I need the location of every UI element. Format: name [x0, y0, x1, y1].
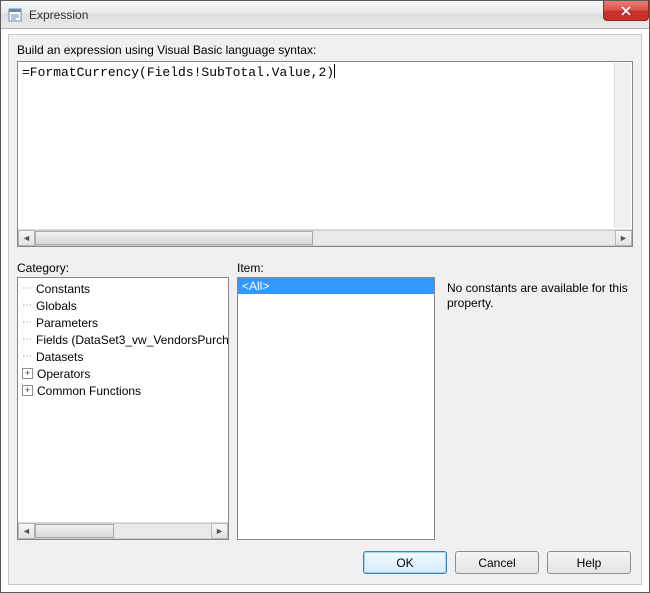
text-caret: [334, 64, 335, 78]
expression-value: =FormatCurrency(Fields!SubTotal.Value,2): [22, 65, 334, 80]
help-button[interactable]: Help: [547, 551, 631, 574]
tree-leaf-icon: ⋯: [22, 317, 33, 328]
tree-item[interactable]: ⋯Fields (DataSet3_vw_VendorsPurchases): [18, 331, 228, 348]
tree-item-label: Operators: [37, 367, 90, 381]
tree-item[interactable]: ⋯Parameters: [18, 314, 228, 331]
vertical-scroll-area[interactable]: [614, 63, 631, 228]
scroll-right-arrow[interactable]: ►: [211, 523, 228, 539]
list-item[interactable]: <All>: [238, 278, 434, 294]
tree-item-label: Parameters: [36, 316, 98, 330]
tree-item[interactable]: ⋯Datasets: [18, 348, 228, 365]
description-text: No constants are available for this prop…: [443, 277, 633, 540]
expression-dialog: Expression Build an expression using Vis…: [0, 0, 650, 593]
category-tree[interactable]: ⋯Constants⋯Globals⋯Parameters⋯Fields (Da…: [17, 277, 229, 540]
cancel-button[interactable]: Cancel: [455, 551, 539, 574]
scroll-thumb[interactable]: [35, 231, 313, 245]
close-icon: [620, 6, 632, 16]
tree-item-label: Common Functions: [37, 384, 141, 398]
tree-leaf-icon: ⋯: [22, 351, 33, 362]
tree-item-label: Globals: [36, 299, 77, 313]
tree-item-label: Fields (DataSet3_vw_VendorsPurchases): [36, 333, 228, 347]
description-spacer: [443, 261, 633, 275]
expression-text[interactable]: =FormatCurrency(Fields!SubTotal.Value,2): [18, 62, 632, 229]
tree-item[interactable]: ⋯Constants: [18, 280, 228, 297]
tree-leaf-icon: ⋯: [22, 334, 33, 345]
titlebar[interactable]: Expression: [1, 1, 649, 29]
expression-hscrollbar[interactable]: ◄ ►: [18, 229, 632, 246]
item-panel: Item: <All>: [237, 261, 435, 540]
close-button[interactable]: [603, 1, 649, 21]
window-title: Expression: [29, 8, 88, 22]
picker-row: Category: ⋯Constants⋯Globals⋯Parameters⋯…: [17, 261, 633, 540]
scroll-left-arrow[interactable]: ◄: [18, 523, 35, 539]
tree-item[interactable]: ⋯Globals: [18, 297, 228, 314]
tree-item-label: Constants: [36, 282, 90, 296]
category-panel: Category: ⋯Constants⋯Globals⋯Parameters⋯…: [17, 261, 229, 540]
client-area: Build an expression using Visual Basic l…: [8, 34, 642, 585]
scroll-left-arrow[interactable]: ◄: [18, 230, 35, 246]
ok-button[interactable]: OK: [363, 551, 447, 574]
tree-item[interactable]: + Operators: [18, 365, 228, 382]
expression-editor[interactable]: =FormatCurrency(Fields!SubTotal.Value,2)…: [17, 61, 633, 247]
app-icon: [7, 7, 23, 23]
scroll-right-arrow[interactable]: ►: [615, 230, 632, 246]
instruction-label: Build an expression using Visual Basic l…: [17, 43, 316, 57]
category-hscrollbar[interactable]: ◄ ►: [18, 522, 228, 539]
item-label: Item:: [237, 261, 435, 275]
dialog-buttons: OK Cancel Help: [363, 551, 631, 574]
tree-item[interactable]: + Common Functions: [18, 382, 228, 399]
scroll-thumb[interactable]: [35, 524, 114, 538]
item-list[interactable]: <All>: [237, 277, 435, 540]
tree-item-label: Datasets: [36, 350, 83, 364]
tree-leaf-icon: ⋯: [22, 283, 33, 294]
expand-toggle-icon[interactable]: +: [22, 368, 33, 379]
scroll-track[interactable]: [35, 230, 615, 246]
category-label: Category:: [17, 261, 229, 275]
description-panel: No constants are available for this prop…: [443, 261, 633, 540]
scroll-track[interactable]: [35, 523, 211, 539]
tree-leaf-icon: ⋯: [22, 300, 33, 311]
expand-toggle-icon[interactable]: +: [22, 385, 33, 396]
